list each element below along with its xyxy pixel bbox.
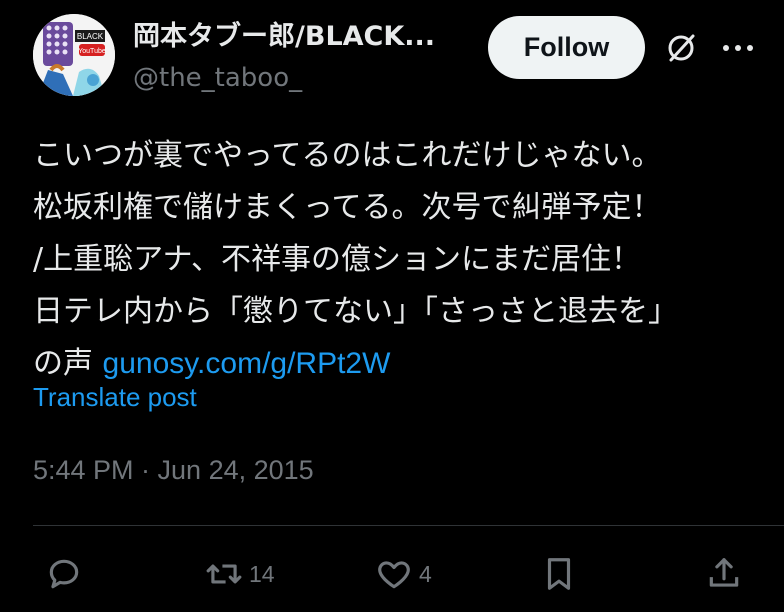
- share-icon: [709, 558, 739, 587]
- heart-icon: [378, 561, 410, 589]
- post-line: /上重聡アナ、不祥事の億ションにまだ居住！: [33, 242, 642, 277]
- post-line: こいつが裏でやってるのはこれだけじゃない。: [33, 138, 662, 173]
- reply-icon: [49, 559, 79, 589]
- slashed-circle-icon[interactable]: [663, 30, 699, 66]
- follow-button[interactable]: Follow: [488, 16, 645, 79]
- author-display-name[interactable]: 岡本タブー郎/BLACK...: [133, 20, 435, 54]
- repost-button[interactable]: 14: [205, 554, 275, 594]
- post-link[interactable]: gunosy.com/g/RPt2W: [103, 347, 391, 380]
- like-button[interactable]: 4: [375, 554, 432, 594]
- avatar-text-bottom: YouTube: [78, 48, 106, 55]
- like-count: 4: [419, 560, 432, 587]
- post-text: こいつが裏でやってるのはこれだけじゃない。 松坂利権で儲けまくってる。次号で糾弾…: [33, 130, 763, 390]
- avatar-image: BLACK YouTube: [33, 14, 115, 96]
- post-line: 松坂利権で儲けまくってる。次号で糾弾予定！: [33, 190, 662, 225]
- bookmark-button[interactable]: [540, 554, 578, 594]
- avatar-text-top: BLACK: [77, 32, 104, 41]
- repost-count: 14: [249, 560, 275, 587]
- reply-button[interactable]: [45, 554, 83, 594]
- post-line: 日テレ内から「懲りてない」「さっさと退去を」: [33, 294, 678, 329]
- share-button[interactable]: [705, 554, 743, 594]
- post-line: の声: [33, 346, 103, 381]
- author-handle[interactable]: @the_taboo_: [133, 62, 302, 94]
- repost-icon: [206, 564, 242, 584]
- bookmark-icon: [547, 558, 571, 590]
- tweet-card: BLACK YouTube 岡本タブー郎/BLACK... @the_taboo…: [0, 0, 784, 612]
- avatar[interactable]: BLACK YouTube: [33, 14, 115, 96]
- post-timestamp[interactable]: 5:44 PM · Jun 24, 2015: [33, 452, 314, 488]
- divider: [33, 525, 784, 526]
- more-dots-icon[interactable]: [720, 30, 756, 66]
- translate-post-link[interactable]: Translate post: [33, 380, 197, 414]
